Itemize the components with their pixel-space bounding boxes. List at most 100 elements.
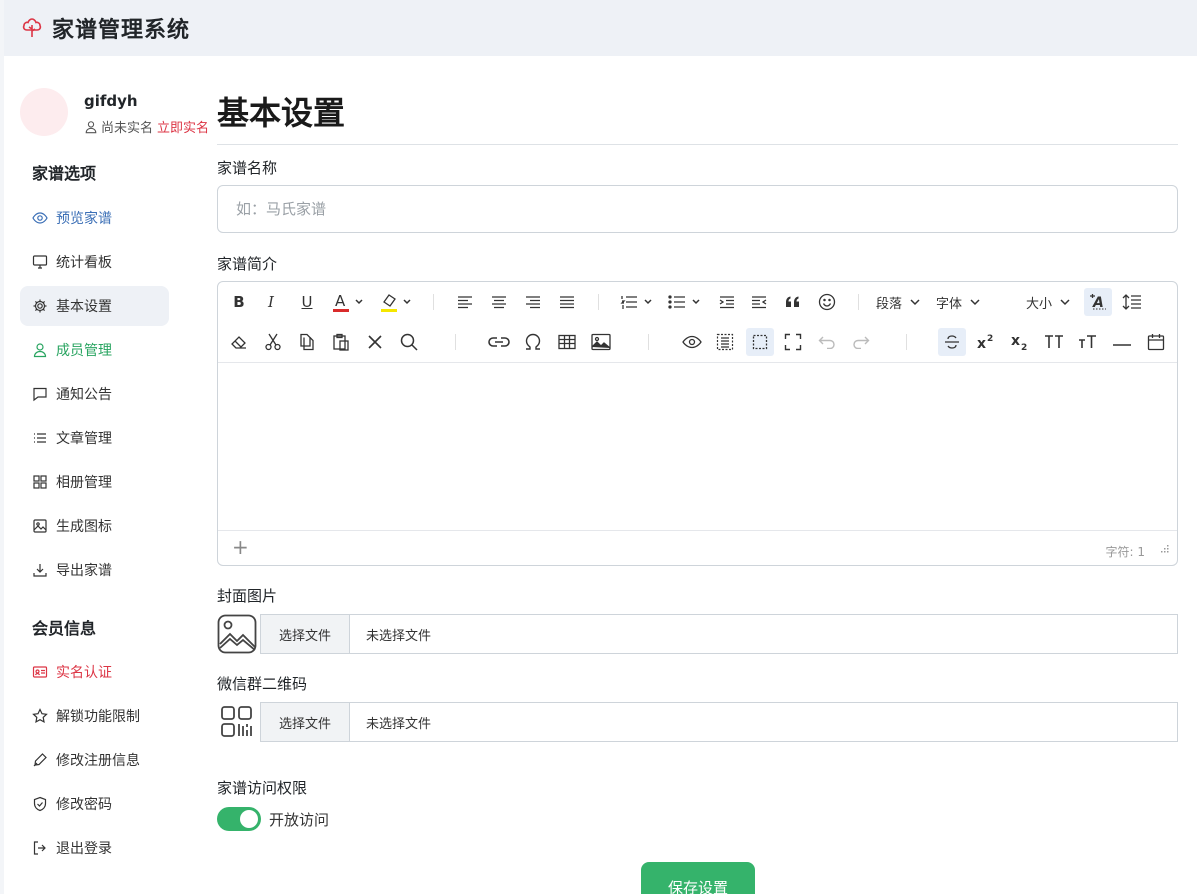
sidebar-item-preview[interactable]: 预览家谱 xyxy=(20,198,169,238)
cover-image-file-input[interactable]: 选择文件 未选择文件 xyxy=(260,614,1178,654)
shield-icon xyxy=(33,796,47,812)
svg-text:2: 2 xyxy=(987,334,993,344)
sidebar-item-albums[interactable]: 相册管理 xyxy=(20,462,169,502)
fullscreen-button[interactable] xyxy=(782,328,804,356)
align-right-button[interactable] xyxy=(522,288,544,316)
uppercase-button[interactable] xyxy=(1042,328,1066,356)
undo-button[interactable] xyxy=(816,328,838,356)
sidebar-item-notices[interactable]: 通知公告 xyxy=(20,374,169,414)
preview-button[interactable] xyxy=(680,328,704,356)
blockquote-button[interactable] xyxy=(782,288,804,316)
image-button[interactable] xyxy=(590,328,612,356)
toolbar-divider xyxy=(906,334,907,350)
sidebar-item-label: 统计看板 xyxy=(56,255,112,271)
line-spacing-button[interactable] xyxy=(1120,288,1144,316)
bold-button[interactable]: B xyxy=(228,288,250,316)
sidebar-item-label: 退出登录 xyxy=(56,841,112,857)
align-center-icon xyxy=(492,296,506,309)
paragraph-select[interactable]: 段落 xyxy=(876,288,928,316)
open-access-label: 开放访问 xyxy=(269,810,330,829)
person-icon xyxy=(85,120,97,133)
toolbar-divider xyxy=(648,334,649,350)
sidebar-item-logout[interactable]: 退出登录 xyxy=(20,828,169,868)
realname-status: 尚未实名 立即实名 xyxy=(84,117,209,136)
sidebar-item-members[interactable]: 成员管理 xyxy=(20,330,169,370)
remove-button[interactable] xyxy=(364,328,386,356)
visual-aid-button[interactable] xyxy=(746,328,774,356)
toolbar-divider xyxy=(455,334,456,350)
cover-file-name: 未选择文件 xyxy=(366,628,432,644)
horizontal-rule-button[interactable] xyxy=(1110,328,1134,356)
indent-button[interactable] xyxy=(716,288,738,316)
avatar[interactable] xyxy=(20,88,68,136)
qr-choose-file-button[interactable]: 选择文件 xyxy=(261,703,350,741)
editor-status-bar: + 字符: 1 xyxy=(218,530,1177,565)
align-center-button[interactable] xyxy=(488,288,510,316)
word-count: 字符: 1 xyxy=(1105,545,1146,559)
wechat-qr-file-input[interactable]: 选择文件 未选择文件 xyxy=(260,702,1178,742)
sidebar-item-realname[interactable]: 实名认证 xyxy=(20,652,169,692)
username: gifdyh xyxy=(84,92,138,110)
sidebar-item-articles[interactable]: 文章管理 xyxy=(20,418,169,458)
sidebar-item-label: 解锁功能限制 xyxy=(56,709,140,725)
sidebar-item-change-password[interactable]: 修改密码 xyxy=(20,784,169,824)
redo-button[interactable] xyxy=(850,328,872,356)
outdent-button[interactable] xyxy=(748,288,770,316)
cut-button[interactable] xyxy=(262,328,284,356)
editor-content-area[interactable] xyxy=(218,363,1177,530)
highlight-color-button[interactable] xyxy=(378,288,416,316)
sidebar-item-export[interactable]: 导出家谱 xyxy=(20,550,169,590)
chevron-down-icon xyxy=(910,299,920,306)
table-button[interactable] xyxy=(556,328,578,356)
paste-button[interactable] xyxy=(330,328,352,356)
save-settings-button[interactable]: 保存设置 xyxy=(641,862,755,894)
superscript-button[interactable]: x2 xyxy=(974,328,998,356)
underline-button[interactable]: U xyxy=(296,288,318,316)
emoji-button[interactable] xyxy=(816,288,838,316)
user-panel: gifdyh 尚未实名 立即实名 xyxy=(20,88,220,138)
person-icon xyxy=(33,343,47,358)
find-button[interactable] xyxy=(398,328,420,356)
ordered-list-button[interactable] xyxy=(618,288,656,316)
sidebar-item-unlock[interactable]: 解锁功能限制 xyxy=(20,696,169,736)
sidebar-item-generate-icon[interactable]: 生成图标 xyxy=(20,506,169,546)
resize-grip-icon[interactable] xyxy=(1159,543,1169,553)
italic-button[interactable]: I xyxy=(260,288,282,316)
font-size-select[interactable]: 大小 xyxy=(1026,288,1078,316)
wechat-qr-label: 微信群二维码 xyxy=(217,675,308,693)
genealogy-name-input[interactable] xyxy=(217,185,1178,233)
cover-choose-file-button[interactable]: 选择文件 xyxy=(261,615,350,653)
open-access-toggle[interactable] xyxy=(217,807,261,831)
toolbar-divider xyxy=(433,294,434,310)
align-justify-icon xyxy=(560,296,574,309)
show-blocks-button[interactable] xyxy=(714,328,736,356)
dashed-box-icon xyxy=(752,334,768,350)
image-icon xyxy=(33,519,47,533)
bullet-list-button[interactable] xyxy=(666,288,704,316)
sidebar-item-stats[interactable]: 统计看板 xyxy=(20,242,169,282)
wechat-qr-upload: 选择文件 未选择文件 xyxy=(217,702,1178,742)
omega-icon xyxy=(525,333,541,350)
subscript-button[interactable]: x2 xyxy=(1008,328,1032,356)
logout-icon xyxy=(33,841,46,855)
align-justify-button[interactable] xyxy=(556,288,578,316)
verify-now-link[interactable]: 立即实名 xyxy=(157,117,209,136)
blocks-icon xyxy=(716,333,734,351)
plus-icon[interactable]: + xyxy=(232,535,249,559)
special-char-button[interactable] xyxy=(522,328,544,356)
clipboard-icon xyxy=(333,333,349,351)
font-color-button[interactable]: A xyxy=(330,288,368,316)
line-height-toggle-button[interactable]: A xyxy=(1084,288,1112,316)
lowercase-button[interactable] xyxy=(1076,328,1100,356)
copy-button[interactable] xyxy=(296,328,318,356)
star-icon xyxy=(32,708,48,724)
clear-format-button[interactable] xyxy=(228,328,250,356)
sidebar-item-edit-registration[interactable]: 修改注册信息 xyxy=(20,740,169,780)
link-button[interactable] xyxy=(488,328,510,356)
strikethrough-button[interactable] xyxy=(938,328,966,356)
insert-date-button[interactable] xyxy=(1144,328,1168,356)
link-icon xyxy=(488,337,510,347)
sidebar-item-basic-settings[interactable]: 基本设置 xyxy=(20,286,169,326)
font-select[interactable]: 字体 xyxy=(936,288,988,316)
align-left-button[interactable] xyxy=(454,288,476,316)
